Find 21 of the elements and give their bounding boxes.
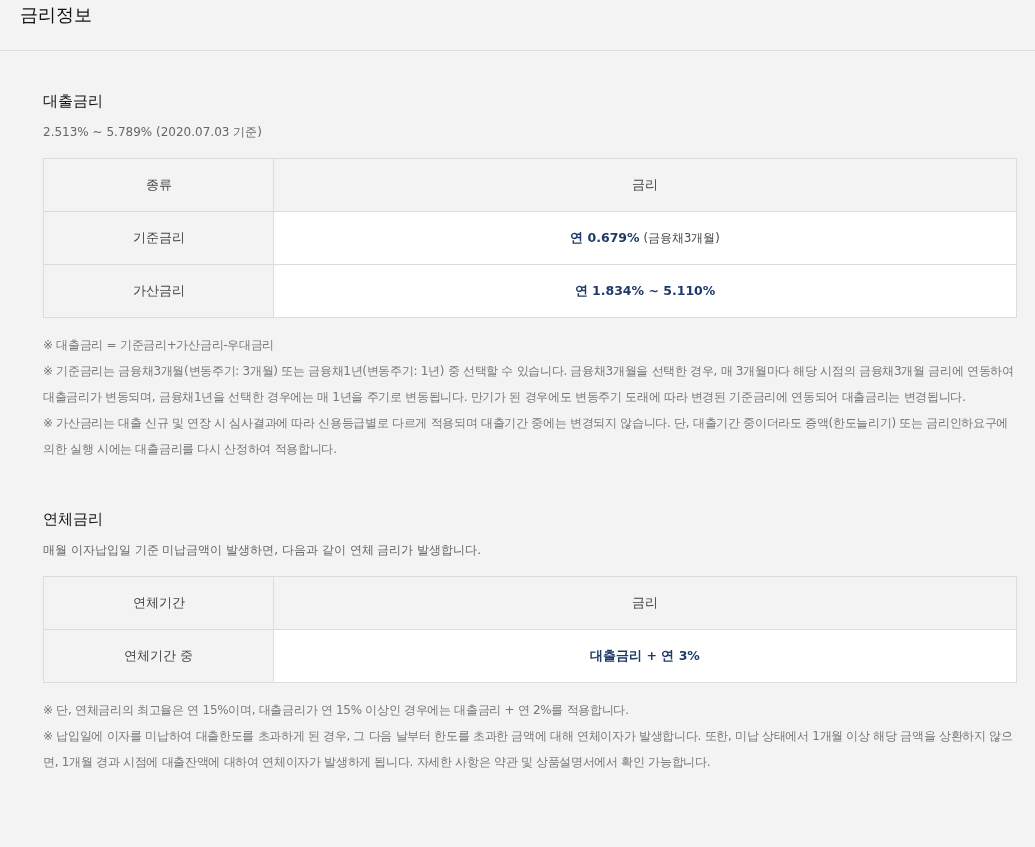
rate-value: 연 0.679% (570, 229, 640, 245)
rate-note: (금융채3개월) (643, 230, 720, 245)
column-header: 금리 (273, 576, 1017, 630)
column-header: 연체기간 (43, 576, 274, 630)
summary-text: 매월 이자납입일 기준 미납금액이 발생하면, 다음과 같이 연체 금리가 발생합니다. (43, 542, 482, 559)
rate-value: 대출금리 + 연 3% (590, 647, 700, 663)
row-label: 연체기간 중 (43, 629, 274, 683)
rate-value: 연 1.834% ~ 5.110% (574, 282, 716, 298)
row-label: 기준금리 (43, 211, 274, 265)
column-header: 종류 (43, 158, 274, 212)
row-label: 가산금리 (43, 264, 274, 318)
note-text: ※ 가산금리는 대출 신규 및 연장 시 심사결과에 따라 신용등급별로 다르게 적용되며 대출기간 중에는 변경되지 않습니다. 단, 대출기간 중이더라도 증액(한도늘리기) 또는 금리인하요구에 의한 실행 시에는 대출금리를 다시 산정하여 적용합니다. (43, 415, 1010, 458)
note-text: ※ 납입일에 이자를 미납하여 대출한도를 초과하게 된 경우, 그 다음 날부터 한도를 초과한 금액에 대해 연체이자가 발생합니다. 또한, 미납 상태에서 1개월 이상 해당 금액을 상환하지 않으면, 1개월 경과 시점에 대출잔액에 대하여 연체이자가 발생하게 됩니다. 자세한 사항은 약관 및 상품설명서에서 확인 가능합니다. (43, 728, 1014, 771)
note-text: ※ 단, 연체금리의 최고율은 연 15%이며, 대출금리가 연 15% 이상인 경우에는 대출금리 + 연 2%를 적용합니다. (43, 702, 630, 719)
column-header: 금리 (273, 158, 1017, 212)
page-title: 금리정보 (20, 3, 92, 27)
section-heading: 연체금리 (43, 509, 104, 530)
summary-text: 2.513% ~ 5.789% (2020.07.03 기준) (43, 124, 263, 141)
note-text: ※ 기준금리는 금융채3개월(변동주기: 3개월) 또는 금융채1년(변동주기: 1년) 중 선택할 수 있습니다. 금융채3개월을 선택한 경우, 매 3개월마다 해당 시점의 금융채3개월 금리에 연동하여 대출금리가 변동되며, 금융채1년을 선택한 경우에는 매 1년을 주기로 변동됩니다. 만기가 된 경우에도 변동주기 도래에 따라 변경된 기준금리에 연동되어 대출금리는 변경됩니다. (43, 363, 1015, 406)
note-text: ※ 대출금리 = 기준금리+가산금리-우대금리 (43, 337, 276, 354)
section-heading: 대출금리 (43, 91, 104, 112)
